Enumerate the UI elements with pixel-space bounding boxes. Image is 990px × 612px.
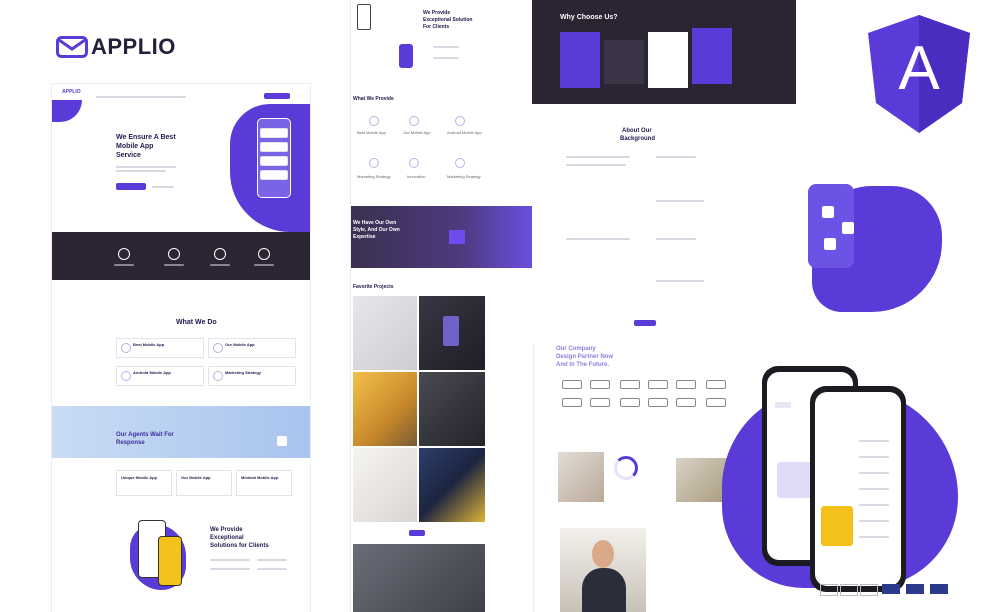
phone-front <box>810 386 906 592</box>
counter-1-icon <box>118 248 130 260</box>
brand-name: APPLIO <box>91 34 176 59</box>
about-more-button[interactable] <box>634 320 656 326</box>
provide-title-2: Exceptional <box>210 535 244 541</box>
progress-ring <box>614 456 638 480</box>
agents-title-2: Response <box>116 440 145 446</box>
service-label-2: Our Mobile App <box>225 342 255 347</box>
banner-title-1: We Have Our Own <box>353 220 397 226</box>
agents-title-1: Our Agents Wait For <box>116 432 174 438</box>
middle-top-title-3: For Clients <box>423 24 450 30</box>
top-illustration <box>357 4 371 30</box>
about-title-2: Background <box>620 136 656 142</box>
hero-title-2: Mobile App <box>116 143 154 150</box>
payment-logos <box>820 584 960 598</box>
project-photo-6[interactable] <box>419 448 485 522</box>
man-photo <box>560 528 646 612</box>
project-photo-5[interactable] <box>353 448 417 522</box>
load-more-button[interactable] <box>409 530 425 536</box>
middle-page: We Provide Exceptional Solution For Clie… <box>351 0 533 612</box>
agent-card-label-1: Unique Mobile App <box>121 475 158 480</box>
service-card-2[interactable]: Our Mobile App <box>208 338 296 358</box>
expertise-banner: We Have Our Own Style, And Our Own Exper… <box>351 206 533 268</box>
service-label-1: Best Mobile App <box>133 342 165 347</box>
left-nav-button[interactable] <box>264 93 290 99</box>
hero-title-1: We Ensure A Best <box>116 134 176 141</box>
why-choose-panel: Why Choose Us? <box>532 0 796 104</box>
left-nav: APPLIO <box>52 84 310 100</box>
brand-logo: APPLIO <box>56 33 186 61</box>
middle-top-title-1: We Provide <box>423 10 451 16</box>
envelope-icon <box>56 36 88 58</box>
provide-title-3: Solutions for Clients <box>210 543 269 549</box>
agent-card-2[interactable]: Our Mobile App <box>176 470 232 496</box>
what-we-do-title: What We Do <box>176 319 217 326</box>
service-card-4[interactable]: Marketing Strategy <box>208 366 296 386</box>
provide-item-2: Our Mobile App <box>403 130 431 135</box>
favorite-projects-title: Favorite Projects <box>353 284 394 290</box>
service-label-3: Android Mobile App <box>133 370 171 375</box>
service-label-4: Marketing Strategy <box>225 370 262 375</box>
hero-corner-blob <box>52 100 82 122</box>
why-card-3[interactable] <box>648 32 688 88</box>
agents-band: Our Agents Wait For Response <box>52 406 310 458</box>
team-photo <box>558 452 604 502</box>
provide-title-1: We Provide <box>210 527 243 533</box>
provide-item-6: Marketing Strategy <box>447 174 481 179</box>
social-icon-2 <box>842 222 854 234</box>
company-section: Our Company Design Partner Now And In Th… <box>556 340 736 440</box>
project-photo-4[interactable] <box>419 372 485 446</box>
left-page: APPLIO We Ensure A Best Mobile App Servi… <box>52 84 310 612</box>
banner-title-2: Style, And Our Own <box>353 227 400 233</box>
company-title-1: Our Company <box>556 346 596 352</box>
banner-play-button[interactable] <box>449 230 465 244</box>
project-photo-2[interactable] <box>419 296 485 370</box>
about-title-1: About Our <box>622 128 652 134</box>
angular-letter: A <box>898 34 940 103</box>
agent-card-label-2: Our Mobile App <box>181 475 211 480</box>
angular-badge: A <box>868 15 970 133</box>
social-icon-3 <box>824 238 836 250</box>
service-card-1[interactable]: Best Mobile App <box>116 338 204 358</box>
counter-2-icon <box>168 248 180 260</box>
service-card-3[interactable]: Android Mobile App <box>116 366 204 386</box>
project-photo-1[interactable] <box>353 296 417 370</box>
stats-band <box>52 232 310 280</box>
provide-item-3: Android Mobile App <box>447 130 482 135</box>
right-page: About Our Background <box>532 104 764 344</box>
provide-item-4: Marketing Strategy <box>357 174 391 179</box>
hero-title-3: Service <box>116 152 141 159</box>
middle-top-title-2: Exceptional Solution <box>423 17 473 23</box>
left-nav-logo[interactable]: APPLIO <box>62 89 81 95</box>
bottom-photo <box>353 544 485 612</box>
provide-item-5: Innovation <box>407 174 426 179</box>
project-photo-3[interactable] <box>353 372 417 446</box>
hero-cta-button[interactable] <box>116 183 146 190</box>
agent-card-label-3: Minimal Mobile App <box>241 475 279 480</box>
what-we-provide-title: What We Provide <box>353 96 394 102</box>
why-card-2[interactable] <box>604 40 644 84</box>
play-button[interactable] <box>277 436 287 446</box>
social-icon-1 <box>822 206 834 218</box>
agent-card-3[interactable]: Minimal Mobile App <box>236 470 292 496</box>
counter-4-icon <box>258 248 270 260</box>
provide-item-1: Best Mobile App <box>357 130 386 135</box>
counter-3-icon <box>214 248 226 260</box>
why-card-4[interactable] <box>692 28 732 84</box>
banner-title-3: Expertise <box>353 234 376 240</box>
why-choose-title: Why Choose Us? <box>560 14 618 21</box>
agent-card-1[interactable]: Unique Mobile App <box>116 470 172 496</box>
company-title-2: Design Partner Now <box>556 354 614 360</box>
why-card-1[interactable] <box>560 32 600 88</box>
company-title-3: And In The Future. <box>556 362 609 368</box>
